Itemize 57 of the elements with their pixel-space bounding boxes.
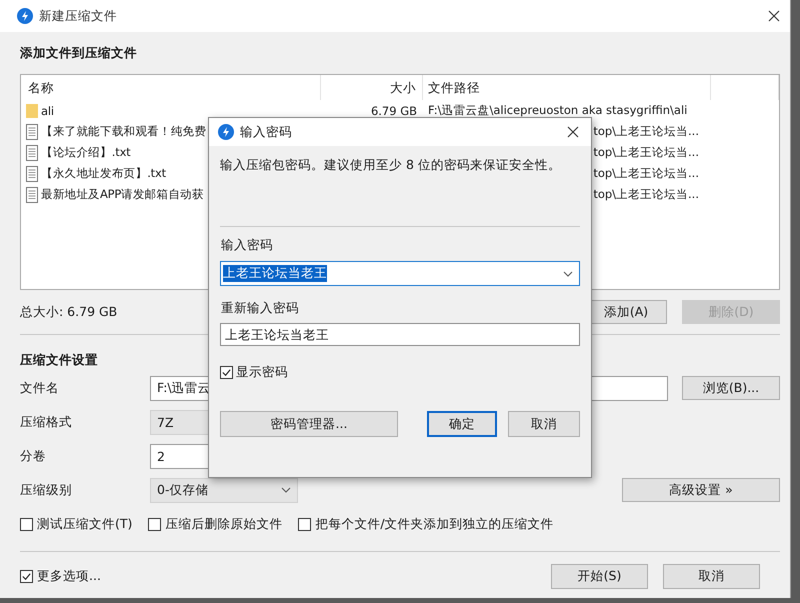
dialog-description: 输入压缩包密码。建议使用至少 8 位的密码来保证安全性。 bbox=[220, 156, 562, 174]
password-field[interactable]: 上老王论坛当老王 bbox=[220, 261, 580, 286]
checkbox[interactable] bbox=[20, 570, 33, 582]
section-heading: 添加文件到压缩文件 bbox=[20, 44, 138, 62]
total-size: 总大小: 6.79 GB bbox=[20, 304, 118, 320]
checkbox[interactable] bbox=[298, 518, 312, 530]
app-logo-icon bbox=[218, 124, 234, 140]
file-size: 6.79 GB bbox=[370, 104, 417, 118]
document-icon bbox=[26, 124, 38, 140]
section-heading: 压缩文件设置 bbox=[20, 351, 99, 369]
field-label: 输入密码 bbox=[221, 236, 274, 254]
dialog-button[interactable]: 密码管理器... bbox=[220, 411, 398, 437]
app-logo-icon bbox=[17, 8, 33, 24]
field-label: 压缩级别 bbox=[20, 482, 73, 498]
checkbox[interactable] bbox=[148, 518, 162, 530]
caret-icon bbox=[281, 487, 291, 493]
dialog-button[interactable]: 取消 bbox=[508, 411, 580, 437]
checkbox[interactable] bbox=[20, 518, 33, 530]
option-label: 测试压缩文件(T) bbox=[37, 516, 132, 532]
dialog-button[interactable]: 取消 bbox=[663, 564, 760, 588]
column-header[interactable]: 大小 bbox=[321, 75, 423, 100]
browse-button[interactable]: 浏览(B)... bbox=[682, 376, 780, 400]
file-path: top\上老王论坛当... bbox=[593, 145, 699, 159]
file-name: 最新地址及APP请发邮箱自动获 bbox=[41, 187, 204, 202]
column-header[interactable]: 文件路径 bbox=[423, 75, 711, 100]
field-label: 重新输入密码 bbox=[221, 299, 300, 317]
file-path: top\上老王论坛当... bbox=[593, 124, 699, 138]
folder-icon bbox=[26, 102, 38, 118]
field-label: 压缩格式 bbox=[20, 414, 73, 430]
file-name: ali bbox=[41, 104, 54, 118]
option-label: 更多选项... bbox=[37, 568, 101, 584]
window-title: 新建压缩文件 bbox=[39, 8, 118, 24]
file-name: 【论坛介绍】.txt bbox=[41, 145, 130, 160]
field-label: 分卷 bbox=[20, 448, 47, 464]
checkbox[interactable] bbox=[220, 366, 233, 378]
input-field[interactable]: 0-仅存储 bbox=[150, 478, 298, 502]
document-icon bbox=[26, 166, 38, 182]
dialog-title: 输入密码 bbox=[240, 124, 292, 140]
option-label: 压缩后删除原始文件 bbox=[165, 516, 282, 532]
caret-icon bbox=[563, 270, 573, 276]
close-icon[interactable] bbox=[567, 126, 579, 138]
document-icon bbox=[26, 186, 38, 202]
advanced-settings-button[interactable]: 高级设置 » bbox=[622, 478, 780, 502]
dialog-button[interactable]: 确定 bbox=[427, 411, 497, 437]
dialog-button[interactable]: 开始(S) bbox=[551, 564, 648, 588]
file-name: 【永久地址发布页】.txt bbox=[41, 166, 166, 181]
option-label: 显示密码 bbox=[236, 364, 288, 380]
option-label: 把每个文件/文件夹添加到独立的压缩文件 bbox=[315, 516, 554, 532]
close-icon[interactable] bbox=[768, 10, 780, 22]
file-path: F:\迅雷云盘\alicepreuoston aka stasygriffin\ali bbox=[428, 103, 688, 117]
password-confirm-field[interactable]: 上老王论坛当老王 bbox=[220, 323, 580, 346]
column-header[interactable]: 名称 bbox=[21, 75, 321, 100]
file-path: top\上老王论坛当... bbox=[593, 166, 699, 180]
file-path: top\上老王论坛当... bbox=[593, 187, 699, 201]
document-icon bbox=[26, 144, 38, 160]
field-label: 文件名 bbox=[20, 380, 60, 396]
file-name: 【来了就能下载和观看！纯免费 bbox=[41, 124, 206, 139]
